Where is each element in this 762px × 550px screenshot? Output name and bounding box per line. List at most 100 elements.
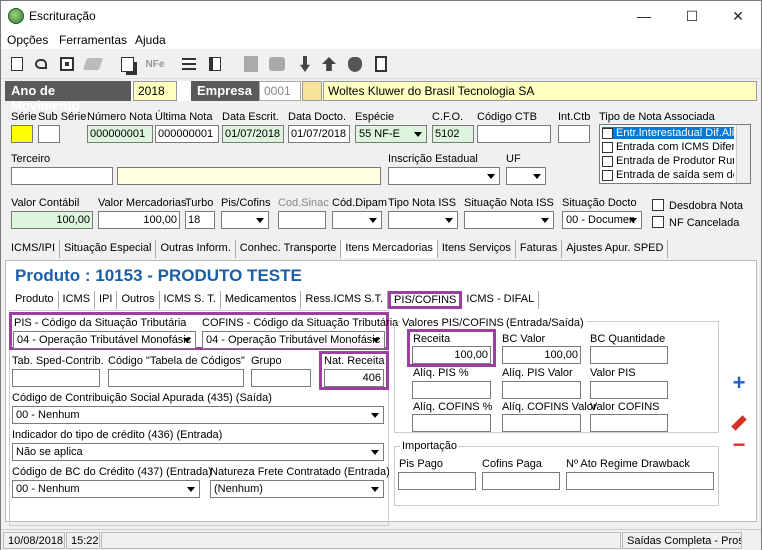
tipo-nota-item[interactable]: Entrada de Produtor Rural bbox=[602, 155, 734, 167]
subtab-ipi[interactable]: IPI bbox=[95, 291, 118, 309]
tab-faturas[interactable]: Faturas bbox=[516, 240, 563, 258]
tab-situacao-especial[interactable]: Situação Especial bbox=[60, 240, 157, 258]
maximize-button[interactable]: ☐ bbox=[669, 3, 715, 29]
print-preview-icon[interactable] bbox=[117, 54, 137, 74]
empresa-code-input[interactable]: 0001 bbox=[259, 81, 301, 101]
indicador-credito-select[interactable]: Não se aplica bbox=[12, 443, 384, 461]
money-bag-icon[interactable] bbox=[345, 54, 365, 74]
tab-ajustes-apur-sped[interactable]: Ajustes Apur. SPED bbox=[562, 240, 669, 258]
subserie-input[interactable] bbox=[38, 125, 60, 143]
add-item-icon[interactable]: + bbox=[727, 370, 751, 395]
grupo-label: Grupo bbox=[251, 355, 282, 367]
tab-itens-mercadorias[interactable]: Itens Mercadorias bbox=[341, 240, 438, 258]
data-docto-input[interactable]: 01/07/2018 bbox=[288, 125, 350, 143]
tab-sped-input[interactable] bbox=[12, 369, 100, 387]
valor-contabil-input[interactable]: 100,00 bbox=[11, 211, 93, 229]
report-icon[interactable] bbox=[205, 54, 225, 74]
close-button[interactable]: ✕ bbox=[715, 3, 761, 29]
status-message: Saídas Completa - Pros bbox=[622, 532, 742, 549]
tool-icon-2[interactable] bbox=[267, 54, 287, 74]
subtab-outros[interactable]: Outros bbox=[117, 291, 160, 309]
cod-dipam-select[interactable] bbox=[332, 211, 382, 229]
codigo-tabela-input[interactable] bbox=[108, 369, 244, 387]
ato-regime-input[interactable] bbox=[566, 472, 714, 490]
status-bar: 10/08/2018 15:22 Saídas Completa - Pros bbox=[1, 529, 761, 550]
subtab-pis-cofins[interactable]: PIS/COFINS bbox=[388, 291, 463, 309]
bc-quantidade-input[interactable] bbox=[590, 346, 668, 364]
minimize-button[interactable]: — bbox=[621, 3, 667, 29]
nf-cancelada-checkbox[interactable] bbox=[652, 216, 664, 228]
subtab-icms-st[interactable]: ICMS S. T. bbox=[160, 291, 221, 309]
natureza-frete-select[interactable]: (Nenhum) bbox=[210, 480, 384, 498]
insc-estadual-select[interactable] bbox=[388, 167, 500, 185]
cofins-cst-select[interactable]: 04 - Operação Tributável Monofásic bbox=[202, 331, 385, 349]
status-date: 10/08/2018 bbox=[3, 532, 65, 549]
especie-select[interactable]: 55 NF-E bbox=[355, 125, 427, 143]
subserie-label: Sub Série bbox=[38, 111, 87, 123]
data-escrit-input[interactable]: 01/07/2018 bbox=[222, 125, 284, 143]
serie-input[interactable] bbox=[11, 125, 33, 143]
menu-ferramentas[interactable]: Ferramentas bbox=[59, 33, 127, 47]
tab-icms-ipi[interactable]: ICMS/IPI bbox=[7, 240, 61, 258]
download-icon[interactable] bbox=[295, 54, 315, 74]
aliq-cofins-valor-input[interactable] bbox=[502, 414, 581, 432]
upload-icon[interactable] bbox=[319, 54, 339, 74]
subtab-icms[interactable]: ICMS bbox=[59, 291, 96, 309]
cod-dipam-label: Cód.Dipam bbox=[332, 197, 388, 209]
delete-icon[interactable] bbox=[82, 54, 104, 74]
cod-sinac-input[interactable] bbox=[278, 211, 326, 229]
tab-conhec-transporte[interactable]: Conhec. Transporte bbox=[236, 240, 342, 258]
list-icon[interactable] bbox=[179, 54, 199, 74]
tipo-nota-iss-select[interactable] bbox=[388, 211, 458, 229]
menu-ajuda[interactable]: Ajuda bbox=[135, 33, 166, 47]
aliq-pis-valor-input[interactable] bbox=[502, 381, 581, 399]
cod-contrib-select[interactable]: 00 - Nenhum bbox=[12, 406, 384, 424]
exit-door-icon[interactable] bbox=[371, 54, 391, 74]
nat-receita-input[interactable]: 406 bbox=[324, 369, 384, 387]
tipo-nota-list[interactable]: Entr.Interestadual Dif.Alíq Entrada com … bbox=[599, 124, 751, 184]
turbo-input[interactable]: 18 bbox=[185, 211, 215, 229]
valor-mercadorias-input[interactable]: 100,00 bbox=[98, 211, 180, 229]
pis-cofins-select[interactable] bbox=[221, 211, 269, 229]
subtab-ress-icms-st[interactable]: Ress.ICMS S.T. bbox=[301, 291, 389, 309]
cod-bc-credito-select[interactable]: 00 - Nenhum bbox=[12, 480, 200, 498]
ano-movimento-input[interactable]: 2018 bbox=[133, 81, 177, 101]
remove-item-icon[interactable]: − bbox=[727, 432, 751, 457]
numero-nota-input[interactable]: 000000001 bbox=[87, 125, 153, 143]
terceiro-code-input[interactable] bbox=[11, 167, 113, 185]
subtab-icms-difal[interactable]: ICMS - DIFAL bbox=[462, 291, 540, 309]
bc-valor-input[interactable]: 100,00 bbox=[502, 346, 581, 364]
cofins-paga-input[interactable] bbox=[482, 472, 560, 490]
menu-opcoes[interactable]: Opções bbox=[7, 33, 48, 47]
tipo-nota-item[interactable]: Entrada com ICMS Diferido bbox=[602, 141, 734, 153]
situacao-nota-iss-select[interactable] bbox=[464, 211, 554, 229]
aliq-cofins-pct-input[interactable] bbox=[412, 414, 491, 432]
int-ctb-input[interactable] bbox=[558, 125, 590, 143]
tipo-nota-item[interactable]: Entrada de saída sem débi bbox=[602, 169, 734, 181]
save-icon[interactable] bbox=[57, 54, 77, 74]
tab-outras-inform[interactable]: Outras Inform. bbox=[156, 240, 236, 258]
desdobra-nota-checkbox[interactable] bbox=[652, 199, 664, 211]
list-scrollbar[interactable] bbox=[736, 125, 750, 183]
nfe-icon[interactable]: NFe bbox=[143, 54, 167, 74]
undo-icon[interactable] bbox=[31, 54, 51, 74]
pis-cst-select[interactable]: 04 - Operação Tributável Monofásic bbox=[13, 331, 196, 349]
receita-input[interactable]: 100,00 bbox=[412, 346, 491, 364]
valor-cofins-input[interactable] bbox=[590, 414, 668, 432]
valor-pis-input[interactable] bbox=[590, 381, 668, 399]
grupo-input[interactable] bbox=[251, 369, 311, 387]
codigo-ctb-input[interactable] bbox=[477, 125, 551, 143]
aliq-pis-pct-input[interactable] bbox=[412, 381, 491, 399]
situacao-docto-select[interactable]: 00 - Documen bbox=[562, 211, 642, 229]
subtab-medicamentos[interactable]: Medicamentos bbox=[221, 291, 302, 309]
pis-pago-input[interactable] bbox=[398, 472, 476, 490]
subtab-produto[interactable]: Produto bbox=[11, 291, 59, 309]
tab-itens-servicos[interactable]: Itens Serviços bbox=[438, 240, 516, 258]
uf-select[interactable] bbox=[506, 167, 546, 185]
open-folder-icon[interactable] bbox=[302, 81, 322, 101]
cfo-input[interactable]: 5102 bbox=[432, 125, 474, 143]
tool-icon-1[interactable] bbox=[241, 54, 261, 74]
menu-bar: Opções Ferramentas Ajuda bbox=[1, 31, 761, 49]
new-document-icon[interactable] bbox=[7, 54, 27, 74]
tipo-nota-item[interactable]: Entr.Interestadual Dif.Alíq bbox=[602, 127, 734, 139]
